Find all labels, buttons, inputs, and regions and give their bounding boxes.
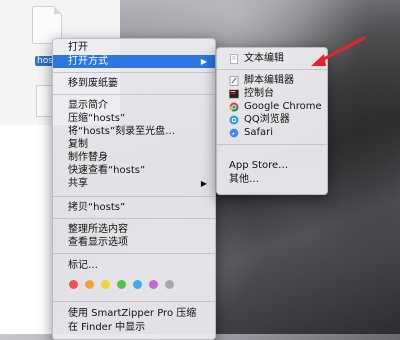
submenu-item-label: 脚本编辑器 — [244, 75, 294, 86]
submenu-item-label: 其他… — [229, 174, 259, 185]
tag-color-dot[interactable] — [149, 280, 158, 289]
menu-item-copy[interactable]: 拷贝“hosts” — [53, 201, 215, 214]
menu-item-label: 制作替身 — [68, 152, 108, 163]
menu-item-open[interactable]: 打开 — [53, 41, 215, 54]
tag-color-dot[interactable] — [101, 280, 110, 289]
menu-item-show-in-finder[interactable]: 在 Finder 中显示 — [53, 321, 215, 334]
submenu-item-label: Google Chrome — [244, 101, 322, 112]
context-menu: 打开 打开方式 ▶ 移到废纸篓 显示简介 压缩“hosts” 将“hosts”刻录… — [52, 38, 216, 340]
tag-color-dot[interactable] — [165, 280, 174, 289]
menu-item-share[interactable]: 共享 ▶ — [53, 177, 215, 190]
finder-window-area-lower — [0, 125, 52, 334]
tag-color-dot[interactable] — [133, 280, 142, 289]
menu-item-label: 查看显示选项 — [68, 237, 128, 248]
submenu-arrow-icon: ▶ — [200, 57, 207, 66]
menu-item-label: 打开方式 — [68, 56, 108, 67]
submenu-item-console[interactable]: 控制台 — [217, 87, 327, 100]
menu-separator — [53, 94, 215, 95]
menu-item-label: 共享 — [68, 178, 88, 189]
submenu-item-label: 控制台 — [244, 88, 274, 99]
submenu-separator — [217, 144, 327, 145]
qq-browser-icon — [229, 115, 239, 125]
console-icon — [229, 89, 239, 99]
submenu-item-safari[interactable]: Safari — [217, 126, 327, 139]
chrome-icon — [229, 102, 239, 112]
submenu-item-label: Safari — [244, 127, 274, 138]
menu-item-smartzipper-compress[interactable]: 使用 SmartZipper Pro 压缩 — [53, 307, 215, 320]
submenu-arrow-icon: ▶ — [200, 179, 207, 188]
menu-item-label: 整理所选内容 — [68, 224, 128, 235]
tag-color-row — [69, 280, 174, 289]
submenu-item-label: 文本编辑 — [244, 53, 284, 64]
submenu-item-google-chrome[interactable]: Google Chrome — [217, 100, 327, 113]
menu-separator — [53, 72, 215, 73]
submenu-item-qq-browser[interactable]: QQ浏览器 — [217, 113, 327, 126]
submenu-item-other[interactable]: 其他… — [217, 173, 327, 186]
menu-item-duplicate[interactable]: 复制 — [53, 138, 215, 151]
menu-separator — [53, 218, 215, 219]
menu-item-label: 复制 — [68, 139, 88, 150]
menu-item-label: 将“hosts”刻录至光盘… — [68, 126, 176, 137]
text-edit-icon — [230, 54, 238, 64]
submenu-item-script-editor[interactable]: 脚本编辑器 — [217, 74, 327, 87]
menu-separator — [53, 253, 215, 254]
menu-separator — [53, 196, 215, 197]
menu-item-tags[interactable]: 标记… — [53, 259, 215, 272]
menu-item-label: 快速查看“hosts” — [68, 165, 146, 176]
menu-item-burn-to-disc[interactable]: 将“hosts”刻录至光盘… — [53, 125, 215, 138]
menu-item-move-to-trash[interactable]: 移到废纸篓 — [53, 77, 215, 90]
menu-item-label: 拷贝“hosts” — [68, 202, 126, 213]
submenu-item-app-store[interactable]: App Store… — [217, 159, 327, 172]
safari-icon — [229, 128, 239, 138]
submenu-item-label: QQ浏览器 — [244, 114, 290, 125]
menu-item-clean-up-selection[interactable]: 整理所选内容 — [53, 223, 215, 236]
menu-item-label: 显示简介 — [68, 100, 108, 111]
menu-item-label: 标记… — [68, 260, 98, 271]
menu-item-get-info[interactable]: 显示简介 — [53, 99, 215, 112]
menu-item-open-with[interactable]: 打开方式 ▶ — [53, 55, 215, 68]
tag-color-dot[interactable] — [85, 280, 94, 289]
menu-item-view-options[interactable]: 查看显示选项 — [53, 236, 215, 249]
annotation-arrow-icon — [311, 36, 366, 66]
script-editor-icon — [229, 76, 239, 86]
menu-item-label: 打开 — [68, 42, 88, 53]
menu-separator — [53, 301, 215, 302]
menu-item-label: 移到废纸篓 — [68, 78, 118, 89]
menu-item-label: 压缩“hosts” — [68, 113, 126, 124]
submenu-item-label: App Store… — [229, 160, 289, 171]
menu-item-quick-look[interactable]: 快速查看“hosts” — [53, 164, 215, 177]
menu-item-compress[interactable]: 压缩“hosts” — [53, 112, 215, 125]
menu-item-label: 使用 SmartZipper Pro 压缩 — [68, 308, 197, 319]
tag-color-dot[interactable] — [117, 280, 126, 289]
menu-item-make-alias[interactable]: 制作替身 — [53, 151, 215, 164]
menu-item-label: 在 Finder 中显示 — [68, 322, 146, 333]
tag-color-dot[interactable] — [69, 280, 78, 289]
